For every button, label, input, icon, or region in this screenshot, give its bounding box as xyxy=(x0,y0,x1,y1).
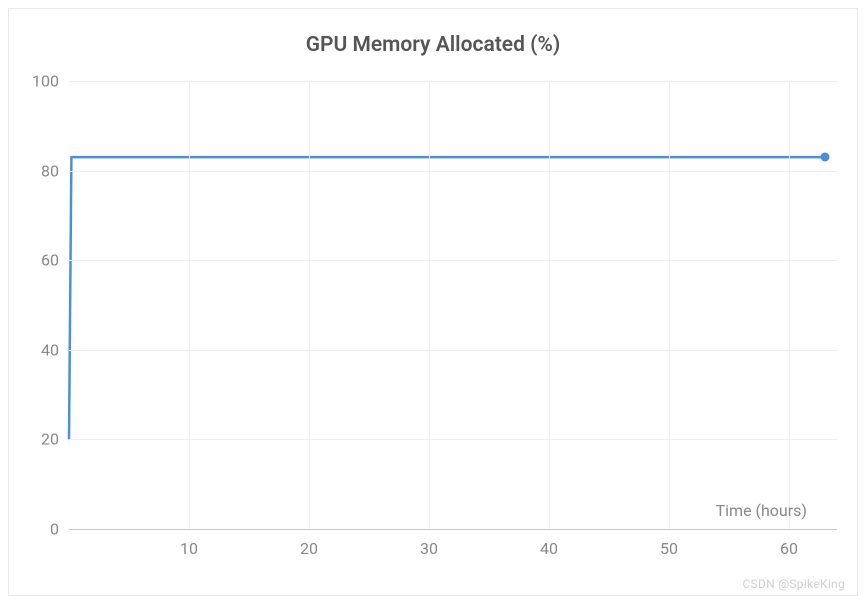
y-tick-label: 0 xyxy=(50,520,69,539)
x-tick-label: 10 xyxy=(180,529,198,558)
x-axis-label: Time (hours) xyxy=(716,501,807,520)
gridline-y xyxy=(69,81,837,82)
x-tick-label: 60 xyxy=(780,529,798,558)
gridline-x xyxy=(309,81,310,529)
x-tick-label: 40 xyxy=(540,529,558,558)
gridline-x xyxy=(669,81,670,529)
gridline-x xyxy=(189,81,190,529)
gridline-y xyxy=(69,350,837,351)
plot-area: 020406080100102030405060Time (hours) xyxy=(69,81,837,529)
data-point-end xyxy=(821,153,830,162)
gridline-x xyxy=(789,81,790,529)
gridline-x xyxy=(429,81,430,529)
series-line xyxy=(69,157,825,439)
y-tick-label: 60 xyxy=(41,251,69,270)
gridline-y xyxy=(69,171,837,172)
data-line xyxy=(69,81,837,529)
gridline-x xyxy=(549,81,550,529)
x-tick-label: 20 xyxy=(300,529,318,558)
y-tick-label: 20 xyxy=(41,430,69,449)
chart-container: GPU Memory Allocated (%) 020406080100102… xyxy=(8,8,858,596)
x-tick-label: 50 xyxy=(660,529,678,558)
y-tick-label: 40 xyxy=(41,340,69,359)
y-tick-label: 80 xyxy=(41,161,69,180)
watermark: CSDN @SpikeKing xyxy=(742,577,845,591)
x-tick-label: 30 xyxy=(420,529,438,558)
gridline-y xyxy=(69,439,837,440)
gridline-y xyxy=(69,260,837,261)
y-tick-label: 100 xyxy=(32,72,69,91)
chart-title: GPU Memory Allocated (%) xyxy=(9,33,857,57)
